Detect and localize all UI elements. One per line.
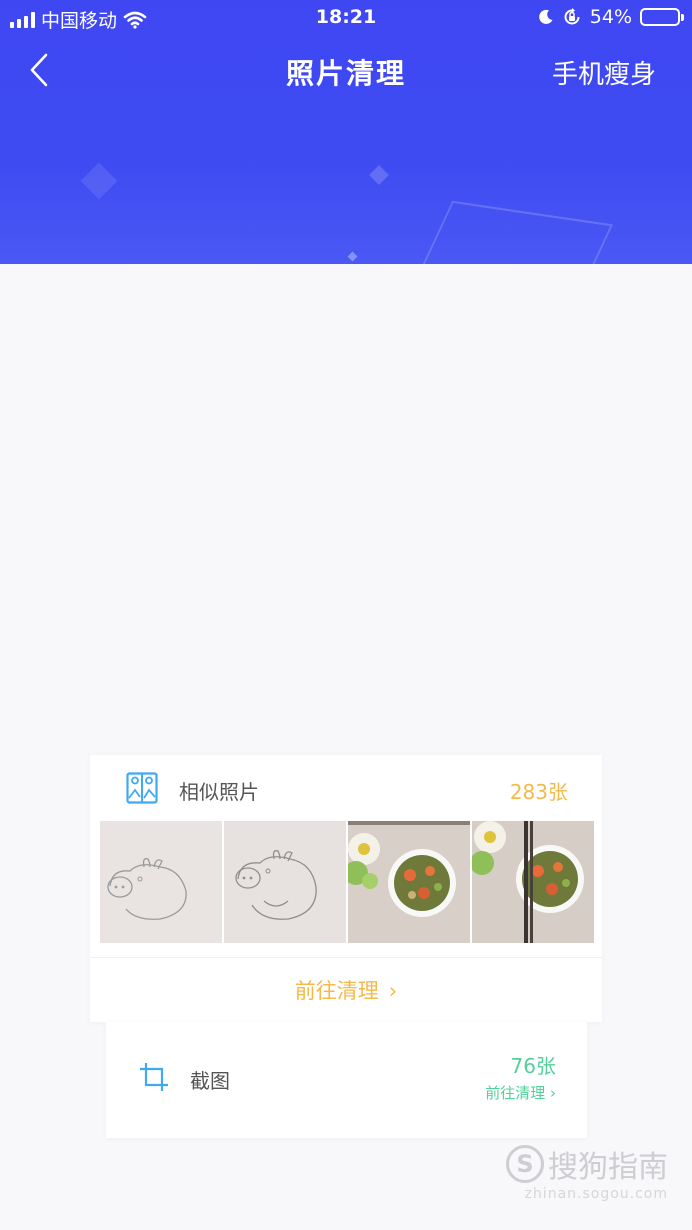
crop-icon: [140, 1063, 168, 1091]
photo-thumbnail[interactable]: [100, 821, 222, 943]
decor-frame: [397, 200, 613, 264]
screenshots-label: 截图: [190, 1069, 230, 1093]
similar-photos-label: 相似照片: [179, 780, 259, 804]
photo-thumbnail[interactable]: [348, 821, 470, 943]
battery-percent: 54%: [589, 6, 632, 28]
similar-photos-icon: [126, 772, 158, 804]
go-clean-label: 前往清理: [485, 1084, 546, 1102]
battery-icon: [640, 8, 684, 26]
thumbnail-strip: [100, 821, 594, 943]
decor-diamond: [80, 162, 118, 200]
phone-slim-button[interactable]: 手机瘦身: [552, 54, 656, 91]
moon-icon: [538, 9, 553, 24]
similar-photos-header: 相似照片 283张: [90, 755, 602, 821]
status-bar: 中国移动 18:21 54%: [0, 0, 692, 36]
watermark-logo: S 搜狗指南: [506, 1142, 668, 1186]
photo-thumbnail[interactable]: [472, 821, 594, 943]
photo-thumbnail[interactable]: [224, 821, 346, 943]
decor-diamond: [347, 251, 358, 262]
decor-diamond: [369, 165, 389, 185]
go-clean-button[interactable]: 前往清理 ›: [90, 975, 602, 1005]
sogou-icon: S: [506, 1145, 544, 1183]
watermark-brand: 搜狗指南: [548, 1150, 668, 1185]
similar-photos-card[interactable]: 相似照片 283张 前往清理 ›: [90, 755, 602, 1022]
header-banner: 中国移动 18:21 54% 照片清理 手机瘦身: [0, 0, 692, 264]
rotation-lock-icon: [564, 8, 580, 25]
screenshots-count: 76张: [510, 1054, 556, 1078]
screenshots-card[interactable]: 截图 76张 前往清理 ›: [106, 1022, 587, 1138]
similar-photos-count: 283张: [509, 780, 568, 804]
go-clean-label: 前往清理: [294, 979, 379, 1003]
screenshots-go-clean-button[interactable]: 前往清理 ›: [485, 1082, 556, 1103]
divider: [90, 957, 602, 958]
chevron-right-icon: ›: [388, 979, 398, 1003]
chevron-right-icon: ›: [550, 1084, 556, 1102]
watermark-url: zhinan.sogou.com: [524, 1186, 668, 1202]
